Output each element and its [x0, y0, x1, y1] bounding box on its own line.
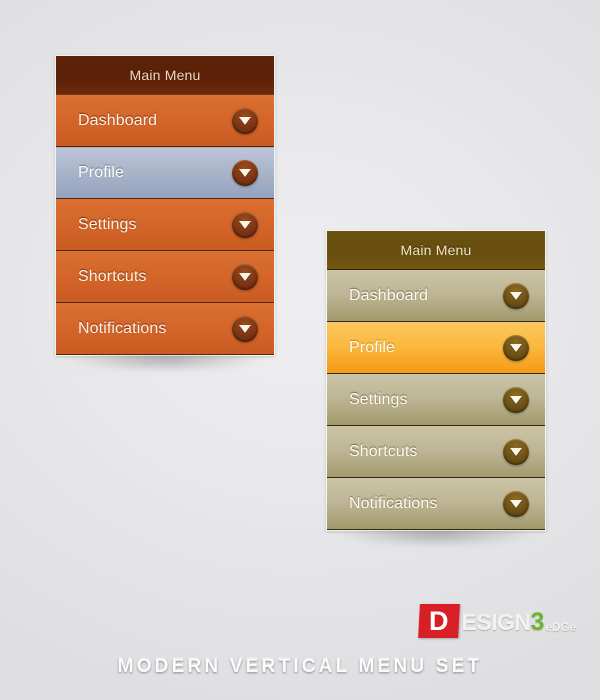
menu-item-label: Profile — [349, 339, 396, 356]
canvas: Main Menu Dashboard Profile Settings Sho… — [0, 0, 600, 700]
footer-title: MODERN VERTICAL MENU SET — [117, 656, 483, 677]
menu-item-label: Settings — [78, 216, 137, 233]
menu-body: Main Menu Dashboard Profile Settings Sho… — [55, 55, 275, 356]
menu-item-shortcuts[interactable]: Shortcuts — [327, 426, 545, 478]
chevron-down-icon[interactable] — [232, 264, 258, 290]
chevron-down-icon[interactable] — [232, 212, 258, 238]
menu-header-title: Main Menu — [129, 67, 201, 83]
chevron-down-icon[interactable] — [232, 108, 258, 134]
logo-edge-text: eDGe — [545, 620, 576, 634]
menu-item-label: Settings — [349, 391, 408, 408]
menu-item-profile[interactable]: Profile — [56, 147, 274, 199]
menu-body: Main Menu Dashboard Profile Settings Sho… — [326, 230, 546, 531]
vertical-menu-orange: Main Menu Dashboard Profile Settings Sho… — [55, 55, 275, 372]
logo-esign-text: ESIGN — [461, 609, 531, 635]
chevron-down-icon[interactable] — [503, 335, 529, 361]
menu-header-gold: Main Menu — [327, 231, 545, 270]
menu-item-label: Notifications — [78, 320, 167, 337]
menu-item-dashboard[interactable]: Dashboard — [327, 270, 545, 322]
chevron-down-icon[interactable] — [232, 316, 258, 342]
chevron-down-icon[interactable] — [503, 439, 529, 465]
chevron-down-icon[interactable] — [503, 491, 529, 517]
menu-item-shortcuts[interactable]: Shortcuts — [56, 251, 274, 303]
logo-d-badge: D — [418, 604, 461, 638]
menu-item-label: Profile — [78, 164, 125, 181]
menu-item-notifications[interactable]: Notifications — [327, 478, 545, 530]
menu-item-label: Shortcuts — [78, 268, 147, 285]
menu-item-settings[interactable]: Settings — [327, 374, 545, 426]
vertical-menu-gold: Main Menu Dashboard Profile Settings Sho… — [326, 230, 546, 547]
menu-item-profile[interactable]: Profile — [327, 322, 545, 374]
chevron-down-icon[interactable] — [503, 387, 529, 413]
menu-item-label: Shortcuts — [349, 443, 418, 460]
chevron-down-icon[interactable] — [503, 283, 529, 309]
menu-header-title: Main Menu — [400, 242, 472, 258]
menu-header-orange: Main Menu — [56, 56, 274, 95]
footer: MODERN VERTICAL MENU SET — [0, 656, 600, 678]
design3edge-logo: D ESIGN 3 eDGe — [418, 604, 576, 638]
menu-item-settings[interactable]: Settings — [56, 199, 274, 251]
menu-item-label: Dashboard — [78, 112, 158, 129]
menu-item-notifications[interactable]: Notifications — [56, 303, 274, 355]
menu-item-dashboard[interactable]: Dashboard — [56, 95, 274, 147]
chevron-down-icon[interactable] — [232, 160, 258, 186]
logo-three-text: 3 — [530, 608, 545, 636]
menu-item-label: Dashboard — [349, 287, 429, 304]
logo-d-letter: D — [429, 605, 450, 636]
menu-item-label: Notifications — [349, 495, 438, 512]
